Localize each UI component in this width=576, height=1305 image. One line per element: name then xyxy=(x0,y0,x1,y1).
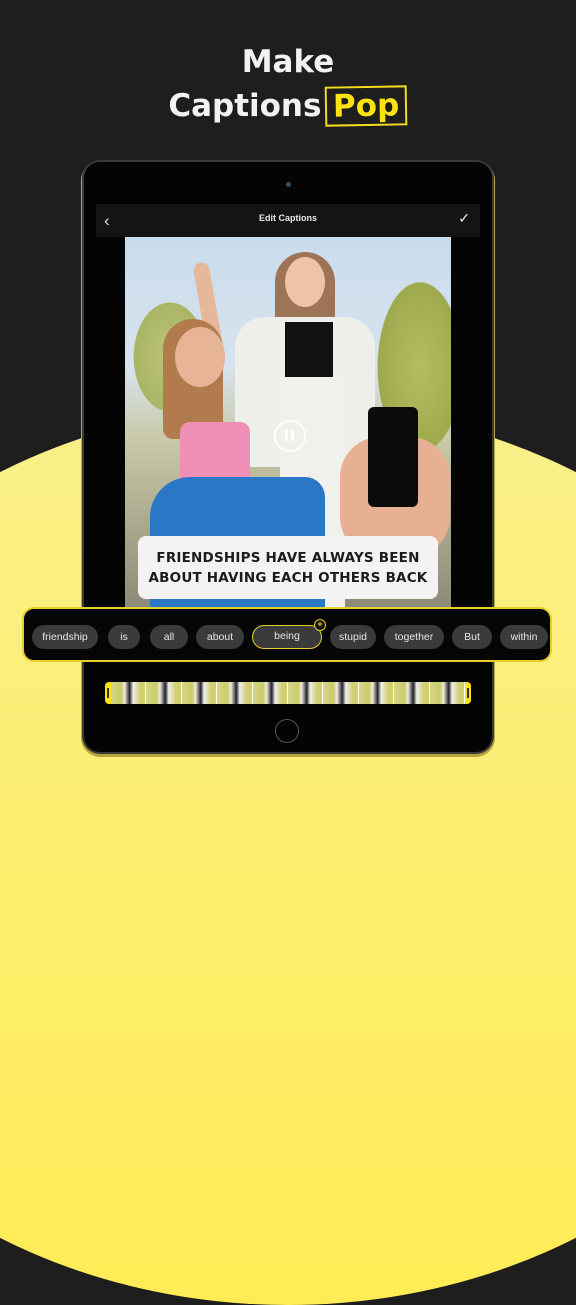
video-phone xyxy=(368,407,418,507)
timeline-frame xyxy=(288,682,324,704)
word-chip[interactable]: about xyxy=(196,625,244,649)
word-chip[interactable]: together xyxy=(384,625,444,649)
word-chip[interactable]: within xyxy=(500,625,548,649)
headline-line2: Captions Pop xyxy=(168,85,409,127)
editor-topbar: ‹ Edit Captions ✓ xyxy=(96,204,480,237)
done-check-icon[interactable]: ✓ xyxy=(458,210,470,227)
word-chips-bar: friendship is all about being + stupid t… xyxy=(22,607,552,662)
word-chip-label: being xyxy=(274,630,300,642)
word-chip[interactable]: But xyxy=(452,625,492,649)
timeline-scrubber[interactable] xyxy=(105,682,471,704)
timeline-frame xyxy=(111,682,147,704)
tablet-frame: ‹ Edit Captions ✓ FRIENDSHIPS HAVE ALWAY… xyxy=(84,162,492,752)
video-person xyxy=(180,422,250,482)
timeline-frame xyxy=(252,682,289,704)
word-chip[interactable]: is xyxy=(108,625,140,649)
caption-overlay[interactable]: FRIENDSHIPS HAVE ALWAYS BEEN ABOUT HAVIN… xyxy=(138,536,438,599)
trim-handle-left[interactable] xyxy=(107,688,109,698)
trim-handle-right[interactable] xyxy=(467,688,469,698)
timeline-frames xyxy=(111,682,465,704)
editor-title: Edit Captions xyxy=(259,213,317,223)
headline-highlight: Pop xyxy=(325,85,409,127)
word-chip-selected[interactable]: being + xyxy=(252,619,326,649)
headline-line1: Make xyxy=(241,44,335,80)
timeline-frame xyxy=(358,682,395,704)
camera-icon xyxy=(286,182,291,187)
video-person xyxy=(285,257,325,307)
home-button[interactable] xyxy=(275,719,299,743)
word-chip[interactable]: stupid xyxy=(330,625,376,649)
video-person xyxy=(285,322,333,377)
video-preview[interactable]: FRIENDSHIPS HAVE ALWAYS BEEN ABOUT HAVIN… xyxy=(125,237,451,607)
add-word-icon[interactable]: + xyxy=(314,619,326,631)
timeline-frame xyxy=(429,682,465,704)
headline-prefix: Captions xyxy=(168,88,322,124)
timeline-frame xyxy=(323,682,359,704)
timeline-frame xyxy=(146,682,182,704)
headline: Make Captions Pop xyxy=(0,42,576,127)
word-chip[interactable]: friendship xyxy=(32,625,98,649)
pause-button[interactable] xyxy=(274,420,306,452)
video-person xyxy=(175,327,225,387)
timeline-frame xyxy=(394,682,430,704)
timeline-frame xyxy=(181,682,218,704)
word-chip[interactable]: all xyxy=(150,625,188,649)
timeline-frame xyxy=(217,682,253,704)
